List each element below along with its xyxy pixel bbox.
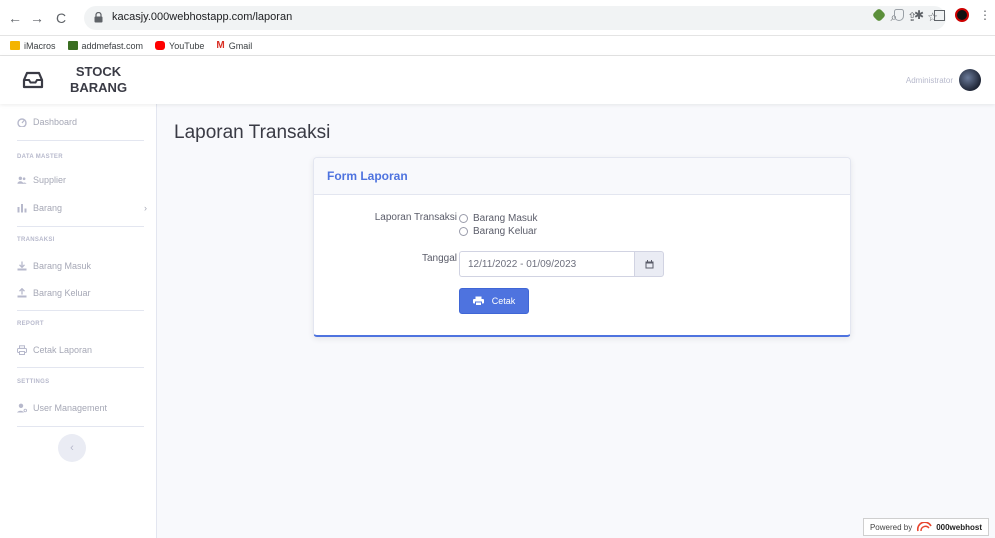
sidebar-item-dashboard[interactable]: Dashboard (17, 117, 147, 127)
sidebar-divider (17, 426, 144, 427)
addmefast-icon (67, 41, 78, 50)
radio-circle[interactable] (459, 214, 468, 223)
bookmark-addmefast[interactable]: addmefast.com (67, 41, 143, 51)
app-topbar: STOCK BARANG Administrator (0, 56, 995, 104)
menu-icon[interactable]: ⋮ (979, 8, 991, 22)
card-title: Form Laporan (327, 169, 408, 183)
cetak-button[interactable]: Cetak (459, 288, 529, 314)
chevron-left-icon: ‹ (70, 442, 74, 454)
youtube-icon (155, 41, 166, 50)
radio-circle[interactable] (459, 227, 468, 236)
brand[interactable]: STOCK BARANG (22, 64, 127, 96)
bookmark-youtube[interactable]: YouTube (155, 41, 204, 51)
bookmark-gmail[interactable]: M Gmail (216, 40, 252, 51)
sidebar-item-barang[interactable]: Barang › (17, 203, 147, 213)
puzzle-icon[interactable]: ✱ (914, 8, 924, 22)
reload-icon[interactable]: C (52, 9, 70, 27)
folder-icon (10, 41, 20, 50)
calendar-button[interactable] (634, 251, 664, 277)
sidebar-heading-settings: SETTINGS (17, 379, 50, 385)
chart-bar-icon (17, 204, 27, 213)
lock-icon (94, 12, 103, 23)
sidepanel-icon[interactable] (934, 9, 945, 21)
extension-icon[interactable] (871, 7, 887, 23)
dashboard-icon (17, 118, 27, 127)
sidebar-divider (17, 226, 144, 227)
sidebar-heading-transaksi: TRANSAKSI (17, 237, 55, 243)
print-icon (472, 296, 484, 306)
sidebar-heading-report: REPORT (17, 321, 44, 327)
user-menu[interactable]: Administrator (906, 69, 981, 91)
url-text: kacasjy.000webhostapp.com/laporan (112, 11, 293, 23)
sidebar-heading-data-master: DATA MASTER (17, 154, 63, 160)
users-icon (17, 176, 27, 184)
upload-icon (17, 288, 27, 298)
sidebar: Dashboard DATA MASTER Supplier Barang › … (0, 104, 157, 538)
date-range-group: 12/11/2022 - 01/09/2023 (459, 251, 664, 277)
sidebar-toggle-button[interactable]: ‹ (58, 434, 86, 462)
avatar (959, 69, 981, 91)
sidebar-item-supplier[interactable]: Supplier (17, 175, 147, 185)
back-icon[interactable]: ← (6, 9, 24, 27)
card-header: Form Laporan (314, 158, 850, 195)
sidebar-divider (17, 310, 144, 311)
sidebar-item-barang-keluar[interactable]: Barang Keluar (17, 288, 147, 298)
gmail-icon: M (216, 40, 225, 51)
bookmark-imacros[interactable]: iMacros (10, 41, 56, 51)
sidebar-item-user-management[interactable]: User Management (17, 403, 147, 413)
profile-icon[interactable] (955, 8, 969, 22)
address-bar[interactable]: kacasjy.000webhostapp.com/laporan ⌕ ⇪ ☆ (84, 6, 946, 30)
sidebar-item-barang-masuk[interactable]: Barang Masuk (17, 261, 147, 271)
bookmarks-bar: iMacros addmefast.com YouTube M Gmail (0, 36, 995, 56)
sidebar-divider (17, 367, 144, 368)
sidebar-divider (17, 140, 144, 141)
forward-icon[interactable]: → (28, 9, 46, 27)
webhost-logo-icon (917, 522, 932, 532)
radio-barang-keluar[interactable]: Barang Keluar (459, 226, 537, 237)
browser-toolbar: ← → C kacasjy.000webhostapp.com/laporan … (0, 0, 995, 36)
powered-by-badge[interactable]: Powered by 000webhost (862, 518, 989, 536)
page-title: Laporan Transaksi (174, 122, 331, 143)
inbox-icon (22, 71, 44, 89)
download-icon (17, 261, 27, 271)
laporan-transaksi-label: Laporan Transaksi (374, 212, 457, 223)
user-cog-icon (17, 403, 27, 413)
shield-icon[interactable] (893, 9, 904, 21)
user-name: Administrator (905, 75, 953, 85)
report-form-card: Form Laporan Laporan Transaksi Barang Ma… (313, 157, 851, 337)
calendar-icon (645, 259, 653, 268)
tanggal-label: Tanggal (421, 253, 457, 264)
chevron-right-icon: › (144, 203, 147, 213)
print-icon (17, 345, 27, 355)
sidebar-item-cetak-laporan[interactable]: Cetak Laporan (17, 345, 147, 355)
date-range-input[interactable]: 12/11/2022 - 01/09/2023 (459, 251, 634, 277)
radio-barang-masuk[interactable]: Barang Masuk (459, 213, 537, 224)
brand-name: STOCK BARANG (70, 64, 128, 95)
